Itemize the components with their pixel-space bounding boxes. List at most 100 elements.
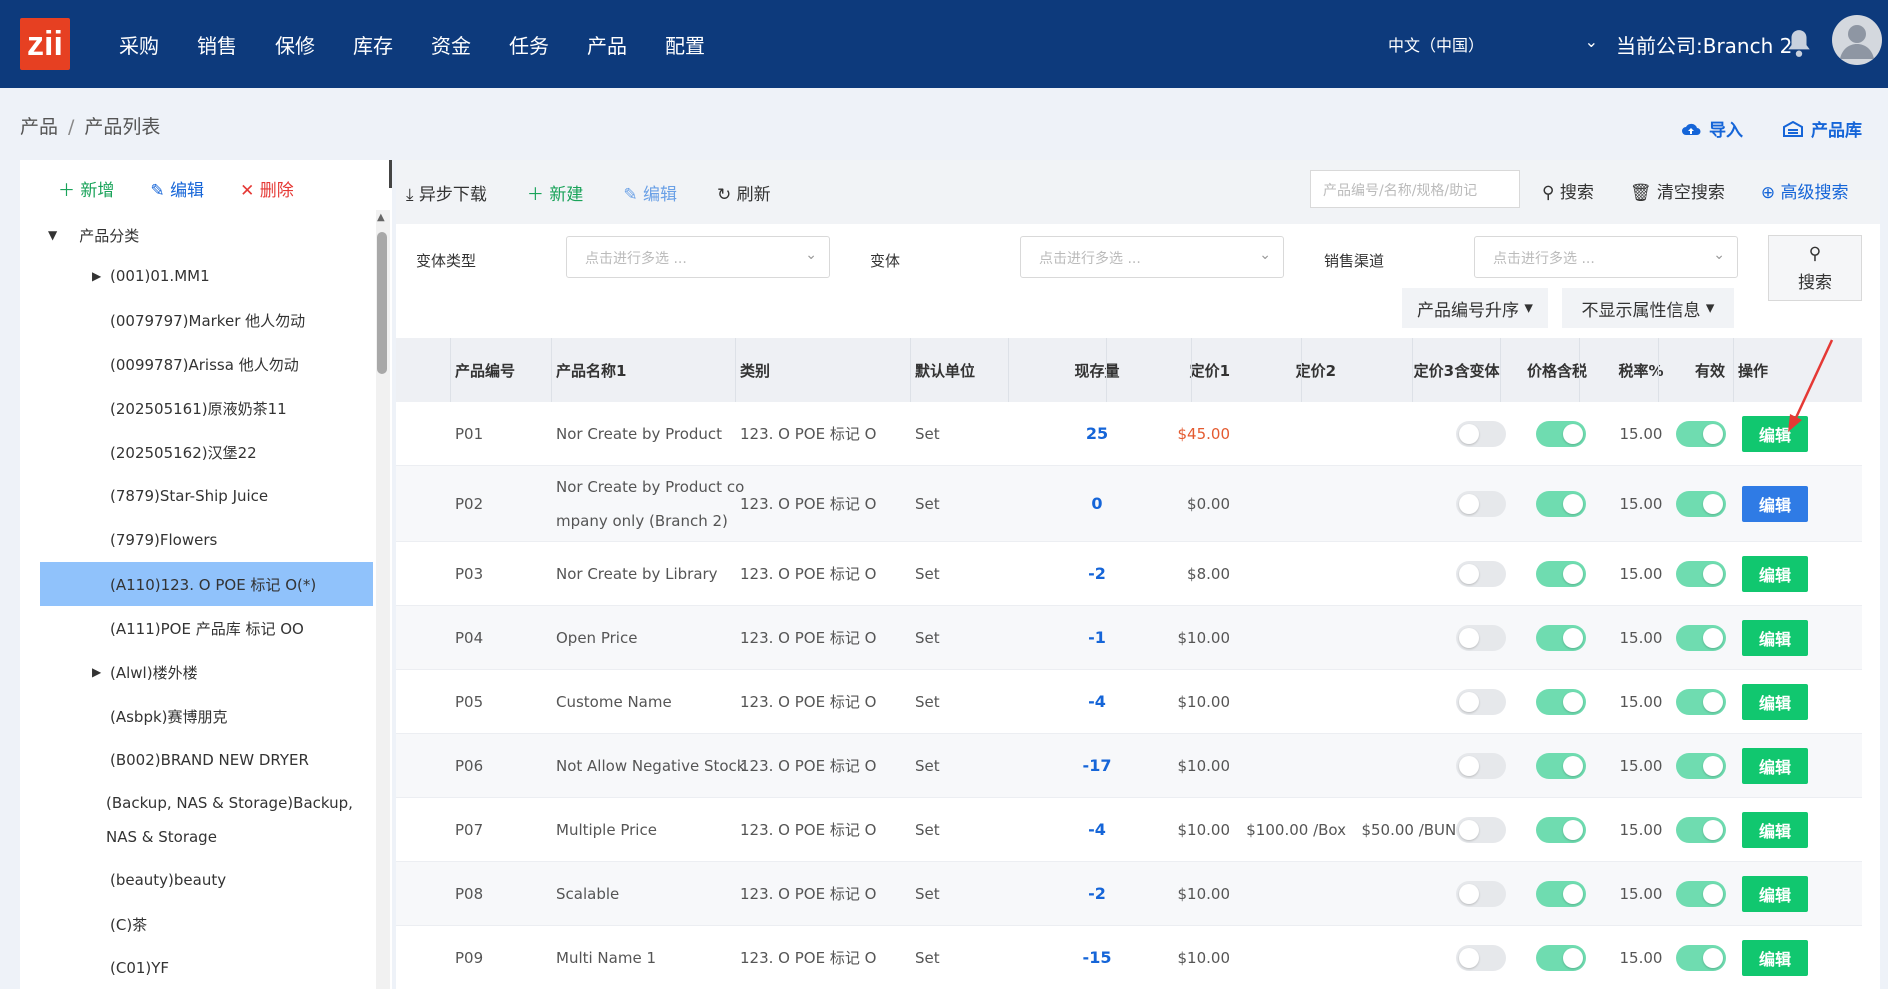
async-download-button[interactable]: ⤓ 异步下载 bbox=[406, 180, 487, 205]
panel-splitter[interactable] bbox=[389, 160, 392, 188]
variant-toggle[interactable] bbox=[1456, 880, 1506, 907]
caret-down-icon[interactable]: ▼ bbox=[48, 228, 57, 242]
valid-toggle[interactable] bbox=[1676, 688, 1726, 715]
search-input[interactable]: 产品编号/名称/规格/助记 bbox=[1310, 170, 1520, 208]
col-name[interactable]: 产品名称1 bbox=[556, 338, 626, 402]
tree-item[interactable]: (beauty)beauty bbox=[40, 858, 373, 902]
valid-toggle[interactable] bbox=[1676, 560, 1726, 587]
row-edit-button[interactable]: 编辑 bbox=[1742, 939, 1808, 976]
avatar[interactable] bbox=[1832, 15, 1882, 65]
nav-products[interactable]: 产品 bbox=[587, 30, 627, 59]
new-product-button[interactable]: ＋ 新建 bbox=[527, 180, 583, 205]
tree-item[interactable]: (7879)Star-Ship Juice bbox=[40, 474, 373, 518]
tree-root[interactable]: ▼ 产品分类 bbox=[40, 216, 392, 254]
valid-toggle[interactable] bbox=[1676, 752, 1726, 779]
attribute-dropdown[interactable]: 不显示属性信息 ▾ bbox=[1562, 288, 1734, 328]
breadcrumb-root[interactable]: 产品 bbox=[20, 116, 58, 138]
variant-toggle[interactable] bbox=[1456, 816, 1506, 843]
row-edit-button[interactable]: 编辑 bbox=[1742, 683, 1808, 720]
tax-inclusive-toggle[interactable] bbox=[1536, 624, 1586, 651]
current-company[interactable]: 当前公司:Branch 2 bbox=[1616, 30, 1792, 59]
nav-warranty[interactable]: 保修 bbox=[275, 30, 315, 59]
row-edit-button[interactable]: 编辑 bbox=[1742, 555, 1808, 592]
nav-purchase[interactable]: 采购 bbox=[119, 30, 159, 59]
valid-toggle[interactable] bbox=[1676, 880, 1726, 907]
bell-icon[interactable] bbox=[1786, 28, 1812, 58]
valid-toggle[interactable] bbox=[1676, 420, 1726, 447]
app-logo[interactable]: zii bbox=[20, 18, 70, 70]
tree-item[interactable]: (C)茶 bbox=[40, 902, 373, 946]
variant-type-select[interactable]: 点击进行多选 ... ⌄ bbox=[566, 236, 830, 278]
tree-item[interactable]: (B002)BRAND NEW DRYER bbox=[40, 738, 373, 782]
table-row[interactable]: P08 Scalable 123. O POE 标记 O Set -2 $10.00 15.… bbox=[396, 862, 1862, 926]
table-row[interactable]: P09 Multi Name 1 123. O POE 标记 O Set -15 $10.… bbox=[396, 926, 1862, 989]
tax-inclusive-toggle[interactable] bbox=[1536, 752, 1586, 779]
tax-inclusive-toggle[interactable] bbox=[1536, 490, 1586, 517]
channel-select[interactable]: 点击进行多选 ... ⌄ bbox=[1474, 236, 1738, 278]
delete-category-button[interactable]: ✕ 删除 bbox=[240, 176, 294, 201]
tree-item[interactable]: (0099787)Arissa 他人勿动 bbox=[40, 342, 373, 386]
tree-item-selected[interactable]: (A110)123. O POE 标记 O(*) bbox=[40, 562, 373, 606]
tree-item[interactable]: (C01)YF bbox=[40, 946, 373, 989]
import-button[interactable]: 导入 bbox=[1681, 116, 1743, 141]
valid-toggle[interactable] bbox=[1676, 944, 1726, 971]
caret-right-icon[interactable]: ▶ bbox=[92, 665, 101, 679]
nav-tasks[interactable]: 任务 bbox=[509, 30, 549, 59]
refresh-button[interactable]: ↻ 刷新 bbox=[717, 180, 771, 205]
sort-dropdown[interactable]: 产品编号升序 ▾ bbox=[1402, 288, 1548, 328]
tree-item[interactable]: (A111)POE 产品库 标记 OO bbox=[40, 606, 373, 650]
clear-search-button[interactable]: 🗑 清空搜索 bbox=[1630, 178, 1725, 203]
table-row[interactable]: P02 Nor Create by Product co mpany only (B… bbox=[396, 466, 1862, 542]
tax-inclusive-toggle[interactable] bbox=[1536, 560, 1586, 587]
col-category[interactable]: 类别 bbox=[740, 338, 770, 402]
table-row[interactable]: P03 Nor Create by Library 123. O POE 标记 O S… bbox=[396, 542, 1862, 606]
tree-item[interactable]: (7979)Flowers bbox=[40, 518, 373, 562]
table-row[interactable]: P05 Custome Name 123. O POE 标记 O Set -4 $10.0… bbox=[396, 670, 1862, 734]
tree-item[interactable]: ▶ (001)01.MM1 bbox=[40, 254, 373, 298]
variant-toggle[interactable] bbox=[1456, 420, 1506, 447]
col-price1[interactable]: 定价1 bbox=[1136, 338, 1230, 402]
language-select[interactable]: 中文（中国） ⌄ bbox=[1388, 32, 1598, 56]
caret-right-icon[interactable]: ▶ bbox=[92, 269, 101, 283]
tax-inclusive-toggle[interactable] bbox=[1536, 880, 1586, 907]
product-library-button[interactable]: 产品库 bbox=[1783, 116, 1862, 141]
tree-item[interactable]: (202505161)原液奶茶11 bbox=[40, 386, 373, 430]
scroll-up-icon[interactable]: ▲ bbox=[377, 212, 385, 223]
tree-item[interactable]: (Asbpk)赛博朋克 bbox=[40, 694, 373, 738]
col-code[interactable]: 产品编号 bbox=[455, 338, 515, 402]
variant-toggle[interactable] bbox=[1456, 490, 1506, 517]
advanced-search-button[interactable]: ⊕ 高级搜索 bbox=[1761, 178, 1849, 203]
col-unit[interactable]: 默认单位 bbox=[915, 338, 975, 402]
variant-toggle[interactable] bbox=[1456, 560, 1506, 587]
nav-sales[interactable]: 销售 bbox=[197, 30, 237, 59]
tax-inclusive-toggle[interactable] bbox=[1536, 688, 1586, 715]
table-row[interactable]: P01 Nor Create by Product 123. O POE 标记 O S… bbox=[396, 402, 1862, 466]
table-row[interactable]: P04 Open Price 123. O POE 标记 O Set -1 $10.00 1… bbox=[396, 606, 1862, 670]
table-row[interactable]: P06 Not Allow Negative Stock 123. O POE 标记… bbox=[396, 734, 1862, 798]
tax-inclusive-toggle[interactable] bbox=[1536, 816, 1586, 843]
tree-scrollbar-thumb[interactable] bbox=[377, 232, 387, 374]
nav-inventory[interactable]: 库存 bbox=[353, 30, 393, 59]
add-category-button[interactable]: ＋ 新增 bbox=[58, 176, 114, 201]
valid-toggle[interactable] bbox=[1676, 624, 1726, 651]
col-qty[interactable]: 现存量 bbox=[1046, 338, 1148, 402]
edit-category-button[interactable]: ✎ 编辑 bbox=[150, 176, 204, 201]
search-button[interactable]: ⚲ 搜索 bbox=[1542, 178, 1594, 203]
valid-toggle[interactable] bbox=[1676, 816, 1726, 843]
valid-toggle[interactable] bbox=[1676, 490, 1726, 517]
variant-toggle[interactable] bbox=[1456, 752, 1506, 779]
tax-inclusive-toggle[interactable] bbox=[1536, 944, 1586, 971]
row-edit-button[interactable]: 编辑 bbox=[1742, 747, 1808, 784]
nav-config[interactable]: 配置 bbox=[665, 30, 705, 59]
tree-item[interactable]: ▶ (Alwl)楼外楼 bbox=[40, 650, 373, 694]
tree-item[interactable]: (0079797)Marker 他人勿动 bbox=[40, 298, 373, 342]
table-row[interactable]: P07 Multiple Price 123. O POE 标记 O Set -4 $10… bbox=[396, 798, 1862, 862]
variant-toggle[interactable] bbox=[1456, 688, 1506, 715]
tree-item[interactable]: (202505162)汉堡22 bbox=[40, 430, 373, 474]
row-edit-button[interactable]: 编辑 bbox=[1742, 485, 1808, 522]
nav-funds[interactable]: 资金 bbox=[431, 30, 471, 59]
col-price2[interactable]: 定价2 bbox=[1246, 338, 1336, 402]
row-edit-button[interactable]: 编辑 bbox=[1742, 875, 1808, 912]
row-edit-button[interactable]: 编辑 bbox=[1742, 619, 1808, 656]
edit-product-button[interactable]: ✎ 编辑 bbox=[623, 180, 677, 205]
